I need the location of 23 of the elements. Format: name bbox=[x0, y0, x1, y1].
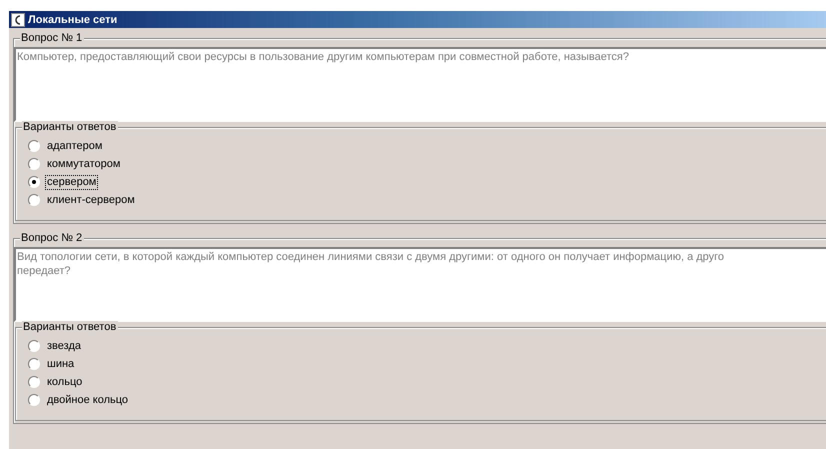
answer-label[interactable]: шина bbox=[46, 358, 76, 370]
radio-button[interactable] bbox=[28, 140, 40, 152]
question-text-field[interactable]: Вид топологии сети, в которой каждый компьютер соединен линиями связи с двумя другими: от одного он получает информацию, а друго передает? bbox=[14, 247, 826, 322]
question-label: Вопрос № 2 bbox=[20, 232, 84, 245]
answer-label[interactable]: двойное кольцо bbox=[46, 394, 130, 406]
answer-label[interactable]: сервером bbox=[46, 176, 98, 188]
radio-button[interactable] bbox=[28, 194, 40, 206]
radio-button[interactable] bbox=[28, 176, 40, 188]
radio-button[interactable] bbox=[28, 394, 40, 406]
answer-label[interactable]: звезда bbox=[46, 340, 82, 352]
answer-label[interactable]: адаптером bbox=[46, 140, 104, 152]
answers-label: Варианты ответов bbox=[22, 121, 118, 134]
question-label: Вопрос № 1 bbox=[20, 32, 84, 45]
answer-label[interactable]: коммутатором bbox=[46, 158, 122, 170]
radio-button[interactable] bbox=[28, 358, 40, 370]
answer-label[interactable]: клиент-сервером bbox=[46, 194, 136, 206]
question-text-field[interactable]: Компьютер, предоставляющий свои ресурсы в пользование другим компьютерам при совместной работе, называется? bbox=[14, 47, 826, 122]
window-title: Локальные сети bbox=[28, 14, 118, 26]
radio-button[interactable] bbox=[28, 376, 40, 388]
answer-label[interactable]: кольцо bbox=[46, 376, 84, 388]
answers-label: Варианты ответов bbox=[22, 321, 118, 334]
radio-button[interactable] bbox=[28, 158, 40, 170]
radio-button[interactable] bbox=[28, 340, 40, 352]
